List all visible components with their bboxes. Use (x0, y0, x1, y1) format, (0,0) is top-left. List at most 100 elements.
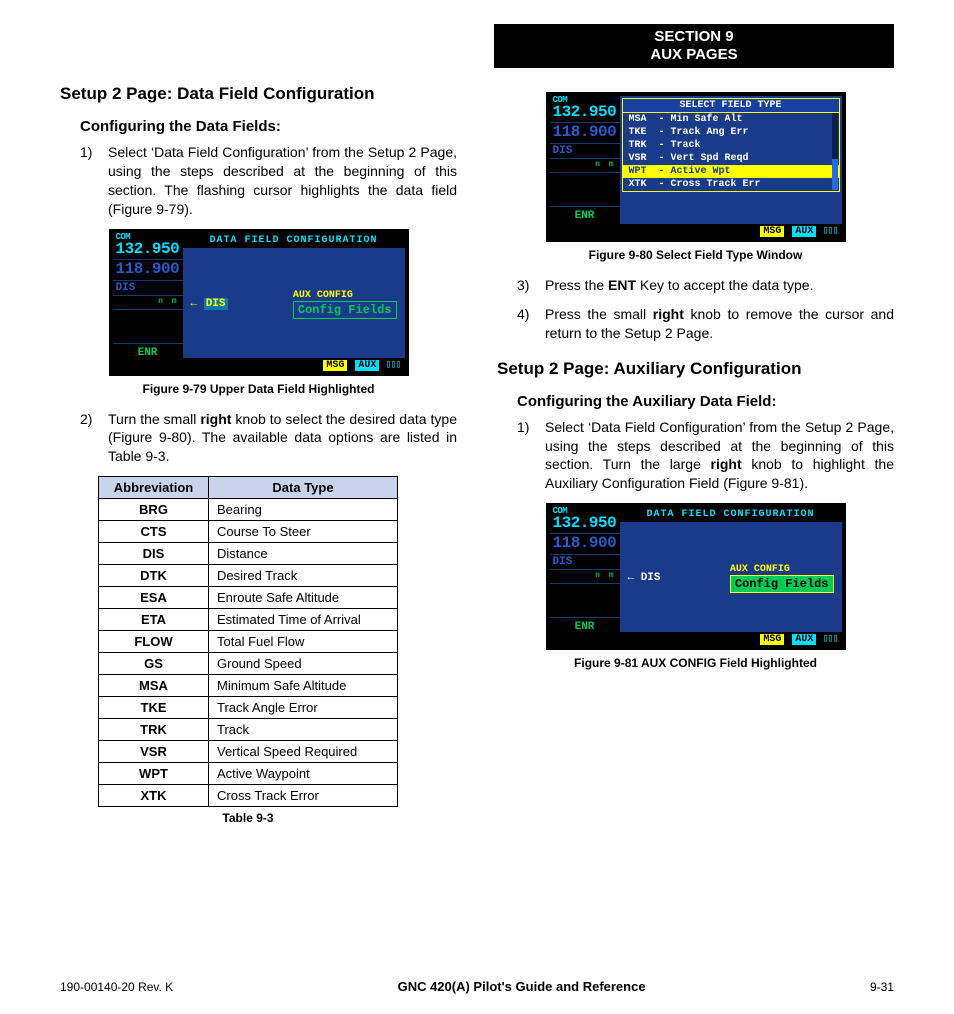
blank-area-3 (550, 584, 620, 618)
table-row: GSGround Speed (99, 653, 398, 675)
fig-79-caption: Figure 9-79 Upper Data Field Highlighted (60, 382, 457, 396)
popup-option: MSA - Min Safe Alt (623, 113, 839, 126)
freq-standby: 118.900 (113, 260, 183, 281)
table-row: VSRVertical Speed Required (99, 741, 398, 763)
enr-label: ENR (113, 344, 183, 362)
select-field-type-popup: SELECT FIELD TYPE MSA - Min Safe AltTKE … (622, 98, 840, 192)
cell-abbrev: TRK (99, 719, 209, 741)
step-4-num: 4) (517, 305, 545, 343)
cell-abbrev: CTS (99, 521, 209, 543)
status-bar-2: MSG AUX ▯▯▯ (620, 224, 842, 238)
popup-scrollbar (832, 113, 838, 190)
aux-config-field-highlighted: Config Fields (730, 575, 834, 593)
table-row: DTKDesired Track (99, 565, 398, 587)
aux-config-field: Config Fields (293, 301, 397, 319)
cell-abbrev: XTK (99, 785, 209, 807)
aux-indicator-2: AUX (792, 226, 816, 237)
page-footer: 190-00140-20 Rev. K GNC 420(A) Pilot's G… (60, 979, 894, 994)
table-row: BRGBearing (99, 499, 398, 521)
figure-9-79: COM132.950 118.900 DIS ENR DATA FIELD CO… (109, 229, 409, 376)
status-bar: MSG AUX ▯▯▯ (183, 358, 405, 372)
dis-label: DIS (113, 281, 183, 296)
fig-81-caption: Figure 9-81 AUX CONFIG Field Highlighted (497, 656, 894, 670)
step-4-text: Press the small right knob to remove the… (545, 305, 894, 343)
cell-abbrev: DTK (99, 565, 209, 587)
step-1b-num: 1) (517, 418, 545, 494)
cell-abbrev: VSR (99, 741, 209, 763)
freq-standby-3: 118.900 (550, 534, 620, 555)
cell-datatype: Ground Speed (209, 653, 398, 675)
cell-datatype: Course To Steer (209, 521, 398, 543)
left-column: Setup 2 Page: Data Field Configuration C… (60, 84, 457, 825)
footer-docnum: 190-00140-20 Rev. K (60, 980, 173, 994)
th-abbreviation: Abbreviation (99, 477, 209, 499)
table-row: DISDistance (99, 543, 398, 565)
step-3-text: Press the ENT Key to accept the data typ… (545, 276, 894, 295)
cell-abbrev: TKE (99, 697, 209, 719)
subheading-aux: Configuring the Auxiliary Data Field: (517, 393, 894, 410)
page-bars-icon: ▯▯▯ (385, 360, 400, 371)
section-banner: SECTION 9 AUX PAGES (494, 24, 894, 68)
table-row: ESAEnroute Safe Altitude (99, 587, 398, 609)
heading-aux-config: Setup 2 Page: Auxiliary Configuration (497, 359, 894, 379)
figure-9-80: COM132.950 118.900 DIS ENR SELECT FIELD … (546, 92, 846, 242)
step-3: 3) Press the ENT Key to accept the data … (517, 276, 894, 295)
step-1: 1) Select ‘Data Field Configuration’ fro… (80, 143, 457, 219)
cell-abbrev: MSA (99, 675, 209, 697)
banner-line1: SECTION 9 (494, 28, 894, 46)
cell-abbrev: ETA (99, 609, 209, 631)
aux-config-label-3: AUX CONFIG (730, 564, 834, 575)
footer-title: GNC 420(A) Pilot's Guide and Reference (398, 979, 646, 994)
popup-option: TKE - Track Ang Err (623, 126, 839, 139)
aux-config-label: AUX CONFIG (293, 290, 397, 301)
heading-dfc: Setup 2 Page: Data Field Configuration (60, 84, 457, 104)
popup-option: TRK - Track (623, 139, 839, 152)
cell-datatype: Track Angle Error (209, 697, 398, 719)
table-row: ETAEstimated Time of Arrival (99, 609, 398, 631)
cell-datatype: Minimum Safe Altitude (209, 675, 398, 697)
th-datatype: Data Type (209, 477, 398, 499)
step-1b-text: Select ‘Data Field Configuration’ from t… (545, 418, 894, 494)
gps-title: DATA FIELD CONFIGURATION (183, 233, 405, 248)
table-row: TRKTrack (99, 719, 398, 741)
popup-option: VSR - Vert Spd Reqd (623, 152, 839, 165)
step-2-num: 2) (80, 410, 108, 467)
aux-indicator: AUX (355, 360, 379, 371)
cell-datatype: Active Waypoint (209, 763, 398, 785)
scale-bar-3 (550, 570, 620, 584)
step-4: 4) Press the small right knob to remove … (517, 305, 894, 343)
right-column: COM132.950 118.900 DIS ENR SELECT FIELD … (497, 84, 894, 825)
table-row: CTSCourse To Steer (99, 521, 398, 543)
freq-active-3: 132.950 (553, 514, 617, 532)
status-bar-3: MSG AUX ▯▯▯ (620, 632, 842, 646)
freq-standby-2: 118.900 (550, 123, 620, 144)
footer-pagenum: 9-31 (870, 980, 894, 994)
banner-line2: AUX PAGES (494, 46, 894, 64)
cell-abbrev: BRG (99, 499, 209, 521)
msg-indicator-3: MSG (760, 634, 784, 645)
cell-abbrev: GS (99, 653, 209, 675)
table-caption: Table 9-3 (98, 811, 398, 825)
popup-title: SELECT FIELD TYPE (623, 99, 839, 113)
table-row: MSAMinimum Safe Altitude (99, 675, 398, 697)
cell-datatype: Bearing (209, 499, 398, 521)
step-2-text: Turn the small right knob to select the … (108, 410, 457, 467)
blank-area (113, 310, 183, 344)
blank-area-2 (550, 173, 620, 207)
aux-indicator-3: AUX (792, 634, 816, 645)
cell-abbrev: FLOW (99, 631, 209, 653)
figure-9-81: COM132.950 118.900 DIS ENR DATA FIELD CO… (546, 503, 846, 650)
cell-abbrev: DIS (99, 543, 209, 565)
table-row: XTKCross Track Error (99, 785, 398, 807)
msg-indicator-2: MSG (760, 226, 784, 237)
table-row: WPTActive Waypoint (99, 763, 398, 785)
enr-label-2: ENR (550, 207, 620, 225)
cell-abbrev: WPT (99, 763, 209, 785)
cell-datatype: Vertical Speed Required (209, 741, 398, 763)
enr-label-3: ENR (550, 618, 620, 636)
freq-active: 132.950 (116, 240, 180, 258)
scale-bar (113, 296, 183, 310)
page-bars-icon-3: ▯▯▯ (822, 634, 837, 645)
gps-title-3: DATA FIELD CONFIGURATION (620, 507, 842, 522)
cell-datatype: Distance (209, 543, 398, 565)
